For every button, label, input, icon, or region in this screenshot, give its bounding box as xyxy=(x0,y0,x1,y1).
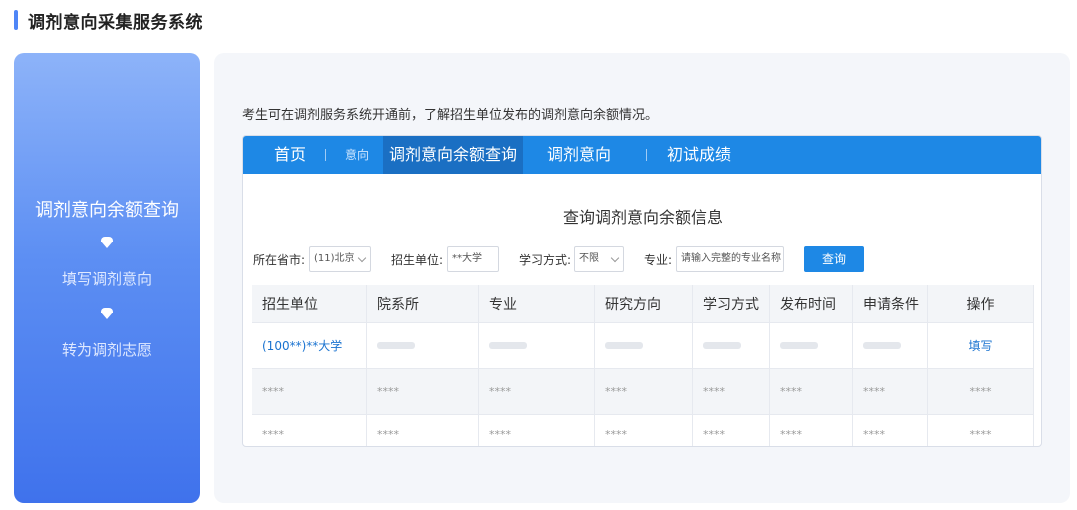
province-select[interactable]: (11)北京 xyxy=(309,246,371,272)
blurred-value xyxy=(703,342,741,349)
col-header-department: 院系所 xyxy=(367,285,479,323)
table-row: **** **** **** **** **** **** **** **** xyxy=(252,415,1034,446)
masked-cell: **** xyxy=(479,369,595,415)
province-label: 所在省市: xyxy=(253,253,306,267)
masked-cell: **** xyxy=(928,415,1034,446)
col-header-action: 操作 xyxy=(928,285,1034,323)
col-header-major: 专业 xyxy=(479,285,595,323)
masked-cell: **** xyxy=(928,369,1034,415)
nav-query-balance[interactable]: 调剂意向余额查询 xyxy=(383,136,524,174)
masked-cell: **** xyxy=(367,369,479,415)
step-fill-intent[interactable]: 填写调剂意向 xyxy=(14,268,200,289)
blurred-value xyxy=(489,342,527,349)
nav-separator xyxy=(646,149,647,161)
nav-separator xyxy=(325,149,326,161)
col-header-direction: 研究方向 xyxy=(595,285,693,323)
chevron-down-icon xyxy=(610,253,620,263)
nav-scores[interactable]: 初试成绩 xyxy=(667,136,731,174)
blurred-value xyxy=(605,342,643,349)
cell-blurred xyxy=(853,323,928,369)
page: 调剂意向采集服务系统 调剂意向余额查询 填写调剂意向 转为调剂志愿 考生可在调剂… xyxy=(0,0,1077,510)
blurred-value xyxy=(863,342,901,349)
chevron-down-icon xyxy=(357,253,367,263)
cell-blurred xyxy=(693,323,770,369)
cell-unit: (100**)**大学 xyxy=(252,323,367,369)
mode-value: 不限 xyxy=(579,253,599,264)
masked-cell: **** xyxy=(853,415,928,446)
nav-intent-small[interactable]: 意向 xyxy=(345,136,369,174)
masked-cell: **** xyxy=(853,369,928,415)
masked-cell: **** xyxy=(693,369,770,415)
cell-blurred xyxy=(595,323,693,369)
masked-cell: **** xyxy=(252,415,367,446)
major-input[interactable]: 请输入完整的专业名称 xyxy=(676,246,784,272)
cell-blurred xyxy=(770,323,853,369)
fill-link[interactable]: 填写 xyxy=(968,337,992,354)
unit-label: 招生单位: xyxy=(391,253,444,267)
step-query-balance[interactable]: 调剂意向余额查询 xyxy=(14,196,200,222)
masked-cell: **** xyxy=(595,415,693,446)
mode-label: 学习方式: xyxy=(519,253,572,267)
top-nav: 首页 意向 调剂意向余额查询 调剂意向 初试成绩 xyxy=(243,136,1041,174)
step-convert-volunteer[interactable]: 转为调剂志愿 xyxy=(14,339,200,360)
blurred-value xyxy=(377,342,415,349)
mode-select[interactable]: 不限 xyxy=(574,246,624,272)
arrow-down-icon xyxy=(101,308,113,319)
cell-blurred xyxy=(367,323,479,369)
intro-text: 考生可在调剂服务系统开通前，了解招生单位发布的调剂意向余额情况。 xyxy=(242,108,659,123)
preview-card: 首页 意向 调剂意向余额查询 调剂意向 初试成绩 查询调剂意向余额信息 所在省市… xyxy=(242,135,1042,447)
masked-cell: **** xyxy=(770,415,853,446)
unit-value: **大学 xyxy=(452,253,482,264)
col-header-mode: 学习方式 xyxy=(693,285,770,323)
unit-link[interactable]: (100**)**大学 xyxy=(262,337,342,354)
filter-bar: 所在省市: (11)北京 招生单位: **大学 学习方式: 不限 专业: 请输入… xyxy=(253,246,1033,272)
cell-action: 填写 xyxy=(928,323,1034,369)
unit-input[interactable]: **大学 xyxy=(447,246,499,272)
content-panel: 考生可在调剂服务系统开通前，了解招生单位发布的调剂意向余额情况。 首页 意向 调… xyxy=(214,53,1070,503)
col-header-conditions: 申请条件 xyxy=(853,285,928,323)
col-header-publish-time: 发布时间 xyxy=(770,285,853,323)
masked-cell: **** xyxy=(479,415,595,446)
page-header: 调剂意向采集服务系统 xyxy=(14,9,203,33)
major-placeholder: 请输入完整的专业名称 xyxy=(681,253,781,264)
nav-intent[interactable]: 调剂意向 xyxy=(547,136,611,174)
table-header-row: 招生单位 院系所 专业 研究方向 学习方式 发布时间 申请条件 操作 xyxy=(252,285,1034,323)
nav-home[interactable]: 首页 xyxy=(274,136,306,174)
arrow-down-icon xyxy=(101,237,113,248)
masked-cell: **** xyxy=(252,369,367,415)
province-value: (11)北京 xyxy=(314,253,355,264)
table-row: **** **** **** **** **** **** **** **** xyxy=(252,369,1034,415)
card-heading: 查询调剂意向余额信息 xyxy=(562,208,723,227)
major-label: 专业: xyxy=(644,253,673,267)
query-button[interactable]: 查询 xyxy=(804,246,864,272)
masked-cell: **** xyxy=(367,415,479,446)
page-title: 调剂意向采集服务系统 xyxy=(28,12,203,33)
step-panel: 调剂意向余额查询 填写调剂意向 转为调剂志愿 xyxy=(14,53,200,503)
masked-cell: **** xyxy=(693,415,770,446)
title-accent-bar xyxy=(14,10,18,30)
cell-blurred xyxy=(479,323,595,369)
table-row: (100**)**大学 填写 xyxy=(252,323,1034,369)
col-header-unit: 招生单位 xyxy=(252,285,367,323)
blurred-value xyxy=(780,342,818,349)
masked-cell: **** xyxy=(770,369,853,415)
masked-cell: **** xyxy=(595,369,693,415)
